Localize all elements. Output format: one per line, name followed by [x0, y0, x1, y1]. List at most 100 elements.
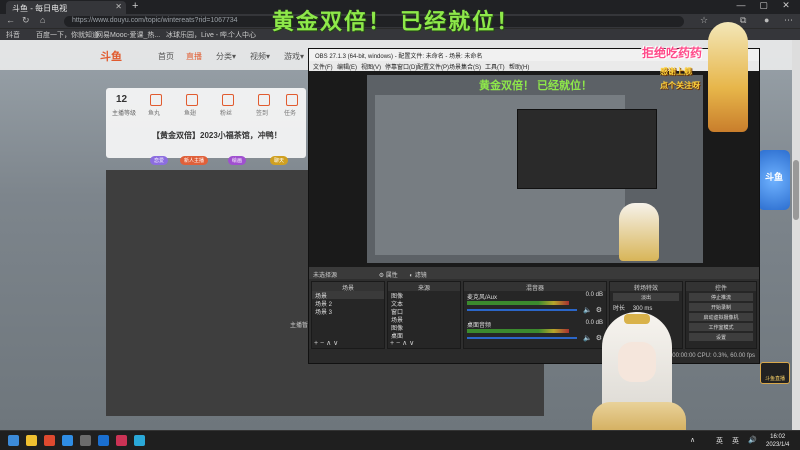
avatar-crown	[624, 314, 650, 324]
settings-button[interactable]: 设置	[689, 333, 753, 341]
source-item[interactable]: 桌面	[388, 331, 460, 340]
filters-button[interactable]: ◐ 滤镜	[409, 273, 426, 279]
maximize-button[interactable]: ▢	[753, 0, 773, 11]
room-tag[interactable]: 聊天	[270, 156, 289, 165]
browser-tab[interactable]: 斗鱼 - 每日电视 ✕	[6, 1, 126, 14]
menu-view[interactable]: 视图(V)	[361, 62, 381, 71]
tray-overflow-icon[interactable]: ∧	[690, 436, 695, 444]
extensions-icon[interactable]: ⧉	[740, 15, 746, 26]
refresh-icon[interactable]: ↻	[22, 15, 30, 26]
scenes-dock: 场景 场景 场景 2 场景 3 + − ∧ ∨	[311, 281, 385, 349]
clock-time: 16:02	[770, 434, 786, 440]
input-language[interactable]: 英	[716, 436, 723, 446]
source-item[interactable]: 图像	[388, 291, 460, 300]
steam-icon[interactable]	[98, 435, 109, 446]
bookmark-item[interactable]: 百度一下，你就知道	[36, 30, 99, 40]
studio-mode-button[interactable]: 工作室模式	[689, 323, 753, 331]
volume-slider[interactable]	[467, 309, 577, 311]
transition-select[interactable]: 淡出	[613, 293, 679, 301]
virtual-camera-button[interactable]: 启动虚拟摄像机	[689, 313, 753, 321]
user-card: 12 主播等级 鱼丸 鱼翅 粉丝 签到 任务	[106, 88, 306, 158]
bookmark-item[interactable]: 抖音	[6, 30, 20, 40]
profile-icon[interactable]: ●	[764, 15, 769, 25]
scene-item[interactable]: 场景 3	[312, 307, 384, 316]
side-banner[interactable]: 斗鱼	[758, 150, 790, 210]
close-window-button[interactable]: ✕	[776, 0, 796, 11]
start-recording-button[interactable]: 开始录制	[689, 303, 753, 311]
source-item[interactable]: 场景	[388, 315, 460, 324]
menu-help[interactable]: 帮助(H)	[509, 62, 529, 71]
volume-slider[interactable]	[467, 337, 577, 339]
obs-preview[interactable]: 黄金双倍！ 已经就位！	[367, 75, 703, 263]
edge-browser-icon[interactable]	[62, 435, 73, 446]
volume-meter	[467, 329, 569, 333]
fishball-icon[interactable]	[150, 94, 162, 106]
volume-icon[interactable]: 🔊	[748, 436, 757, 444]
app-icon[interactable]	[116, 435, 127, 446]
app-icon[interactable]	[134, 435, 145, 446]
bookmark-item[interactable]: 网易Mooc-爱课_热...	[96, 30, 160, 40]
channel-name: 桌面音频	[467, 323, 492, 329]
favorites-icon[interactable]: ☆	[700, 15, 708, 26]
menu-scene-collection[interactable]: 场景集合(S)	[449, 62, 481, 71]
fin-icon[interactable]	[186, 94, 198, 106]
dock-title: 混音器	[464, 282, 606, 292]
room-tag[interactable]: 恋爱	[150, 156, 169, 165]
nav-live[interactable]: 直播	[186, 51, 202, 62]
checkin-icon[interactable]	[258, 94, 270, 106]
minimize-button[interactable]: —	[731, 0, 751, 10]
source-controls[interactable]: + − ∧ ∨	[390, 339, 414, 347]
taskbar-clock[interactable]: 16:02 2023/1/4	[766, 433, 789, 449]
site-logo[interactable]: 斗鱼	[100, 48, 122, 64]
task-icon[interactable]	[286, 94, 298, 106]
nav-video[interactable]: 视频▾	[250, 51, 270, 62]
more-icon[interactable]: ⋯	[784, 15, 793, 26]
bookmark-item[interactable]: 冰球乐园，Live - 哔...	[166, 30, 233, 40]
quick-icon-label: 签到	[256, 111, 269, 117]
nav-category[interactable]: 分类▾	[216, 51, 236, 62]
obs-icon[interactable]	[80, 435, 91, 446]
menu-profile[interactable]: 配置文件(P)	[417, 62, 449, 71]
ime-indicator[interactable]: 英	[732, 436, 739, 446]
dock-title: 转场特效	[610, 282, 682, 292]
fans-icon[interactable]	[222, 94, 234, 106]
level-number: 12	[116, 94, 128, 105]
start-menu-icon[interactable]	[8, 435, 19, 446]
room-tag[interactable]: 绘画	[228, 156, 247, 165]
quick-icon-label: 粉丝	[220, 111, 233, 117]
taskbar: ∧ 英 英 🔊 16:02 2023/1/4	[0, 430, 800, 450]
source-item[interactable]: 文本	[388, 299, 460, 308]
home-icon[interactable]: ⌂	[40, 15, 45, 25]
properties-button[interactable]: ⚙ 属性	[379, 273, 398, 279]
menu-tools[interactable]: 工具(T)	[485, 62, 505, 71]
sources-dock: 来源 图像 文本 窗口 场景 图像 桌面 + − ∧ ∨	[387, 281, 461, 349]
scene-item[interactable]: 场景 2	[312, 299, 384, 308]
source-item[interactable]: 窗口	[388, 307, 460, 316]
new-tab-button[interactable]: +	[132, 0, 138, 12]
streamer-badge: 斗鱼直播	[760, 362, 790, 384]
scene-item[interactable]: 场景	[312, 291, 384, 300]
bookmark-item[interactable]: 个人中心	[228, 30, 256, 40]
nav-games[interactable]: 游戏▾	[284, 51, 304, 62]
room-tag[interactable]: 新人主播	[180, 156, 209, 165]
source-item[interactable]: 图像	[388, 323, 460, 332]
page-scrollbar[interactable]	[792, 40, 800, 430]
avatar-face	[618, 342, 656, 382]
app-icon[interactable]	[44, 435, 55, 446]
obs-statusbar: LIVE: 00:00:00 REC: 00:00:00 CPU: 0.3%, …	[309, 349, 759, 363]
scroll-thumb[interactable]	[793, 160, 799, 220]
tab-title: 斗鱼 - 每日电视	[12, 4, 68, 13]
menu-file[interactable]: 文件(F)	[313, 62, 333, 71]
back-icon[interactable]: ←	[6, 15, 15, 25]
close-tab-icon[interactable]: ✕	[115, 2, 122, 11]
quick-icon-label: 任务	[284, 111, 297, 117]
scene-controls[interactable]: + − ∧ ∨	[314, 339, 338, 347]
stop-streaming-button[interactable]: 停止推流	[689, 293, 753, 301]
sticker-sub-2: 点个关注呀	[660, 81, 700, 90]
menu-docks[interactable]: 停靠窗口(D)	[385, 62, 417, 71]
file-explorer-icon[interactable]	[26, 435, 37, 446]
room-title: 【黄金双倍】2023小福茶馆，冲鸭！	[152, 131, 282, 140]
nav-home[interactable]: 首页	[158, 51, 174, 62]
menu-edit[interactable]: 编辑(E)	[337, 62, 357, 71]
chibi-character	[708, 22, 748, 132]
